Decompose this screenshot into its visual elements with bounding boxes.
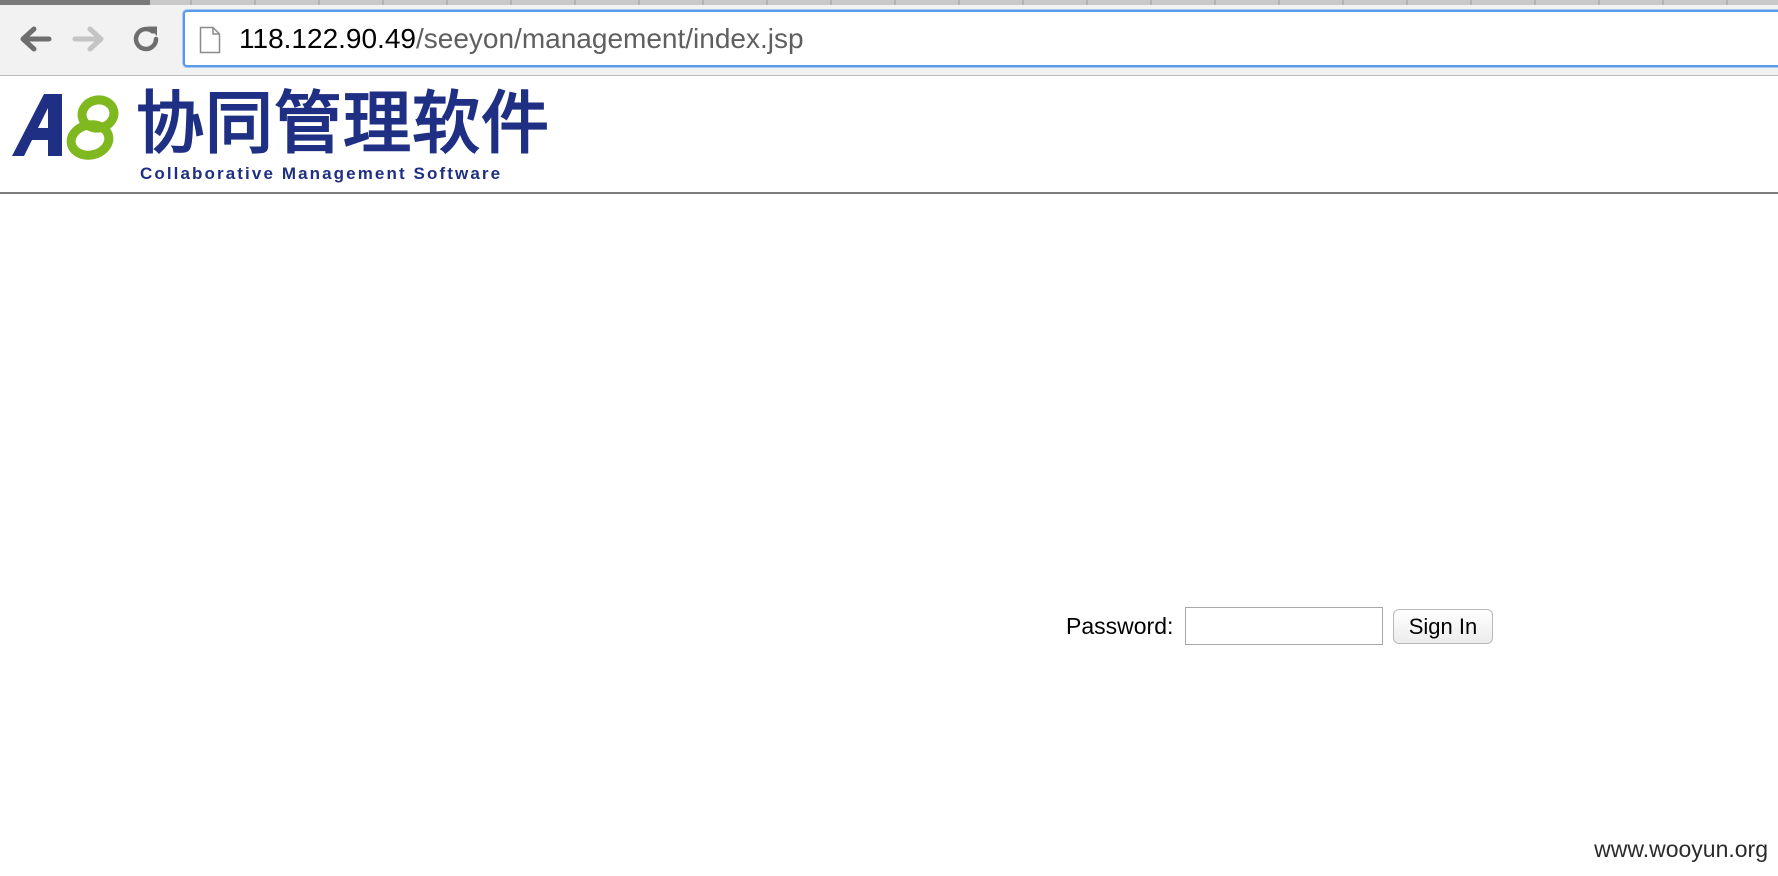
back-button[interactable] <box>16 20 54 58</box>
tab-strip <box>0 0 1778 5</box>
address-bar[interactable]: 118.122.90.49/seeyon/management/index.js… <box>183 10 1778 67</box>
active-tab[interactable] <box>0 0 150 5</box>
password-input[interactable] <box>1185 607 1383 645</box>
url-text[interactable]: 118.122.90.49/seeyon/management/index.js… <box>239 23 804 55</box>
browser-toolbar: 118.122.90.49/seeyon/management/index.js… <box>0 0 1778 76</box>
page-header: 协同管理软件 Collaborative Management Software <box>0 76 1778 194</box>
forward-arrow-icon <box>72 26 104 52</box>
url-path: /seeyon/management/index.jsp <box>415 23 804 54</box>
password-label: Password: <box>1066 613 1174 639</box>
reload-button[interactable] <box>127 20 165 58</box>
seeyon-a8-logo: 协同管理软件 Collaborative Management Software <box>10 86 550 186</box>
url-host: 118.122.90.49 <box>239 23 416 54</box>
sign-in-button[interactable]: Sign In <box>1393 609 1493 644</box>
logo-english-subtitle: Collaborative Management Software <box>140 164 503 183</box>
back-arrow-icon <box>20 26 52 52</box>
reload-icon <box>133 26 159 52</box>
logo-chinese-title: 协同管理软件 <box>136 85 551 164</box>
login-form: Password: Sign In <box>1062 605 1502 645</box>
page-icon <box>199 26 221 54</box>
watermark-text: www.wooyun.org <box>1594 836 1768 862</box>
forward-button[interactable] <box>70 20 108 58</box>
a8-logo-mark <box>12 94 119 160</box>
